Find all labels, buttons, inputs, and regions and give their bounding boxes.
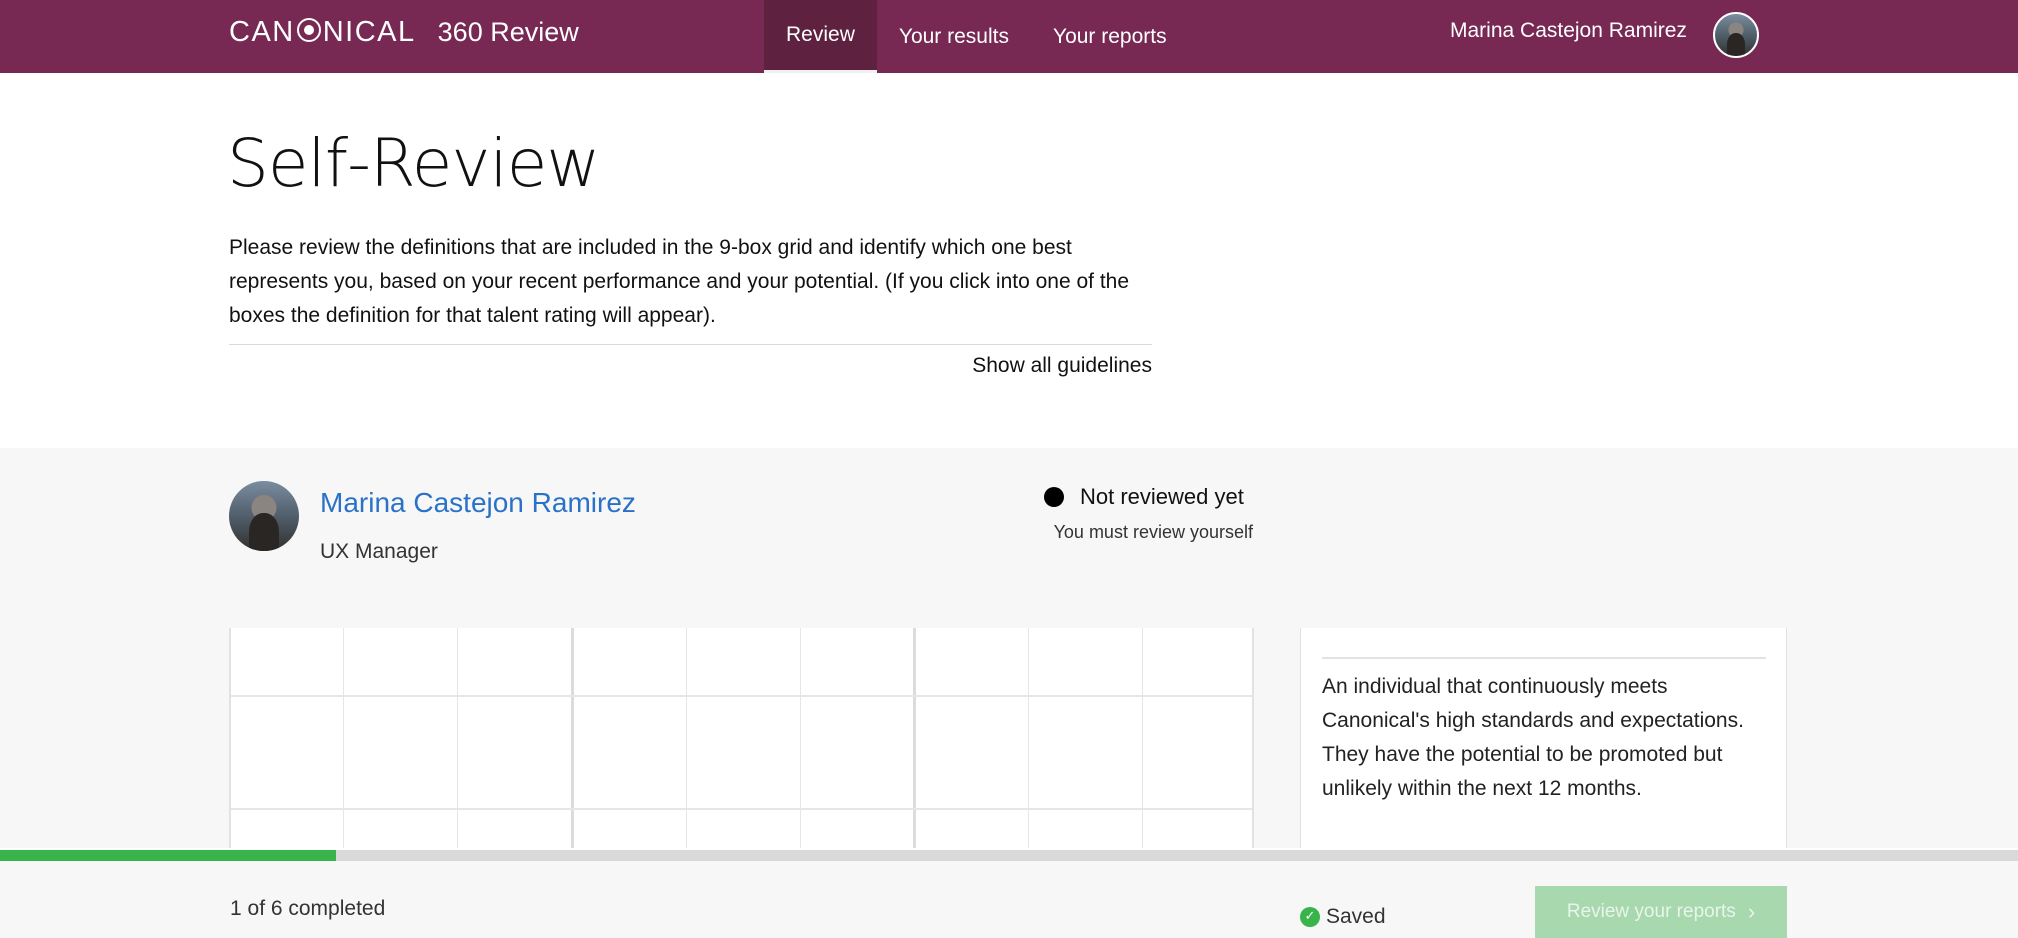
top-navigation-bar: CAN NICAL 360 Review Review Your results … — [0, 0, 2018, 73]
status-dot-icon — [1044, 487, 1064, 507]
progress-bar-fill — [0, 850, 337, 861]
talent-definition: An individual that continuously meets Ca… — [1322, 675, 1744, 800]
grid-line — [457, 628, 458, 848]
review-status-note: You must review yourself — [1053, 522, 1253, 542]
grid-line — [1028, 628, 1029, 848]
divider — [229, 344, 1152, 345]
chevron-right-icon: › — [1747, 899, 1756, 924]
saved-status: Saved — [1326, 905, 1386, 928]
show-all-guidelines-link[interactable]: Show all guidelines — [972, 354, 1152, 378]
page-title: Self-Review — [227, 125, 600, 202]
logo-text: CAN NICAL — [229, 16, 416, 48]
grid-line — [1142, 628, 1143, 848]
grid-line — [686, 628, 687, 848]
brand[interactable]: CAN NICAL 360 Review — [229, 16, 579, 49]
page-intro: Please review the definitions that are i… — [229, 236, 1130, 327]
main-nav: Review Your results Your reports — [764, 0, 1189, 73]
grid-line — [231, 808, 1252, 810]
nav-your-reports[interactable]: Your reports — [1031, 0, 1189, 73]
nine-box-grid[interactable] — [229, 628, 1254, 848]
canonical-logo: CAN NICAL — [229, 16, 416, 49]
grid-line — [231, 695, 1252, 697]
grid-line — [343, 628, 344, 848]
completed-count: 1 of 6 completed — [230, 897, 386, 920]
user-menu-name[interactable]: Marina Castejon Ramirez — [1450, 19, 1687, 43]
user-avatar[interactable] — [1713, 12, 1759, 58]
definition-divider — [1322, 657, 1766, 659]
logo-circle-icon — [296, 18, 321, 42]
reviewee-role: UX Manager — [320, 540, 438, 563]
grid-box-divider — [913, 628, 916, 848]
reviewee-name[interactable]: Marina Castejon Ramirez — [320, 487, 636, 519]
grid-line — [800, 628, 801, 848]
review-status: Not reviewed yet — [1080, 484, 1244, 509]
check-circle-icon: ✓ — [1300, 907, 1320, 927]
nav-your-results[interactable]: Your results — [877, 0, 1031, 73]
app-name: 360 Review — [437, 17, 579, 47]
review-your-reports-button[interactable]: Review your reports › — [1535, 886, 1787, 938]
reviewee-avatar — [229, 481, 299, 551]
review-your-reports-label: Review your reports — [1566, 901, 1736, 922]
definition-panel: An individual that continuously meets Ca… — [1300, 628, 1787, 848]
progress-bar — [0, 850, 2018, 861]
grid-box-divider — [571, 628, 574, 848]
nav-review[interactable]: Review — [764, 0, 877, 73]
